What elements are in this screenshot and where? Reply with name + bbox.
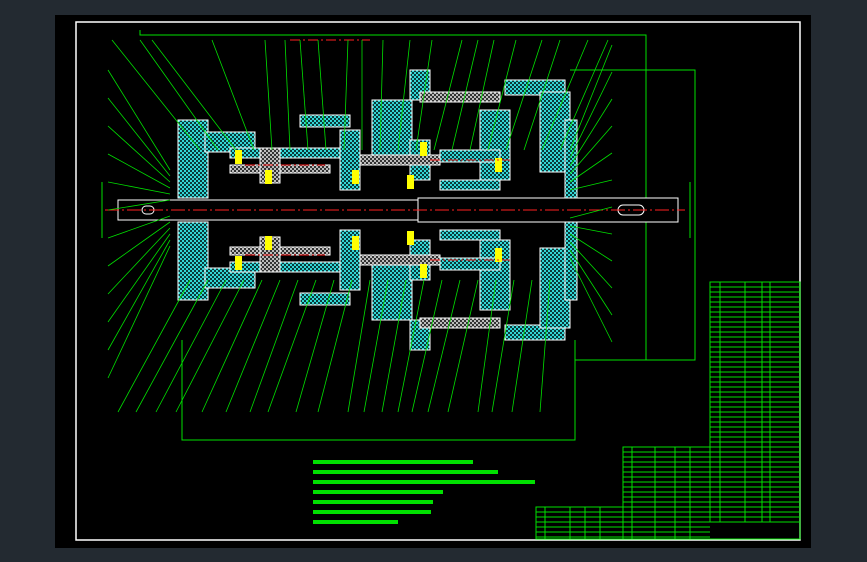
gearbox-section — [105, 39, 685, 351]
leader-line — [447, 279, 479, 413]
housing-part-upper — [419, 91, 501, 103]
leader-line — [107, 181, 171, 195]
technical-notes — [313, 460, 535, 524]
housing-part-lower — [359, 254, 441, 266]
note-line — [313, 500, 433, 504]
note-line — [313, 490, 443, 494]
leader-line — [317, 39, 327, 151]
housing-part-upper — [177, 119, 209, 199]
note-line — [313, 520, 398, 524]
title-block — [535, 281, 801, 540]
leader-line — [249, 279, 299, 413]
bearing — [420, 264, 427, 278]
housing-part-upper — [371, 99, 413, 156]
bearing — [265, 170, 272, 184]
note-line — [313, 470, 498, 474]
bearing — [235, 150, 242, 164]
parts-list — [622, 446, 801, 540]
housing-part-upper — [439, 179, 501, 191]
leader-line — [107, 97, 171, 177]
cad-drawing — [75, 21, 801, 541]
housing-part-upper — [299, 114, 351, 128]
housing-part-lower — [371, 264, 413, 321]
leader-line — [107, 233, 171, 323]
bearing — [265, 236, 272, 250]
bearing — [352, 170, 359, 184]
note-line — [313, 510, 431, 514]
bearing — [407, 175, 414, 189]
bearing — [235, 256, 242, 270]
leader-line — [107, 227, 171, 295]
housing-part-lower — [564, 209, 578, 301]
leader-line — [511, 279, 533, 413]
leader-line — [111, 39, 201, 151]
leader-line — [107, 125, 171, 183]
leader-line — [264, 39, 273, 151]
bearing — [407, 231, 414, 245]
housing-part-lower — [439, 229, 501, 241]
housing-part-upper — [359, 154, 441, 166]
bearing — [420, 142, 427, 156]
leader-line — [107, 69, 171, 171]
leader-line — [267, 279, 317, 413]
leader-line — [569, 44, 613, 151]
leader-line — [107, 245, 171, 379]
leader-line — [569, 71, 613, 159]
housing-part-lower — [229, 261, 351, 273]
leader-line — [347, 279, 371, 413]
bearing — [352, 236, 359, 250]
leader-line — [135, 279, 209, 413]
note-line — [313, 460, 473, 464]
leader-line — [117, 279, 191, 413]
leader-line — [427, 279, 461, 413]
leader-line — [107, 153, 171, 189]
leader-line — [107, 221, 171, 267]
note-line — [313, 480, 535, 484]
leader-line — [299, 39, 309, 151]
leader-line — [284, 39, 291, 151]
